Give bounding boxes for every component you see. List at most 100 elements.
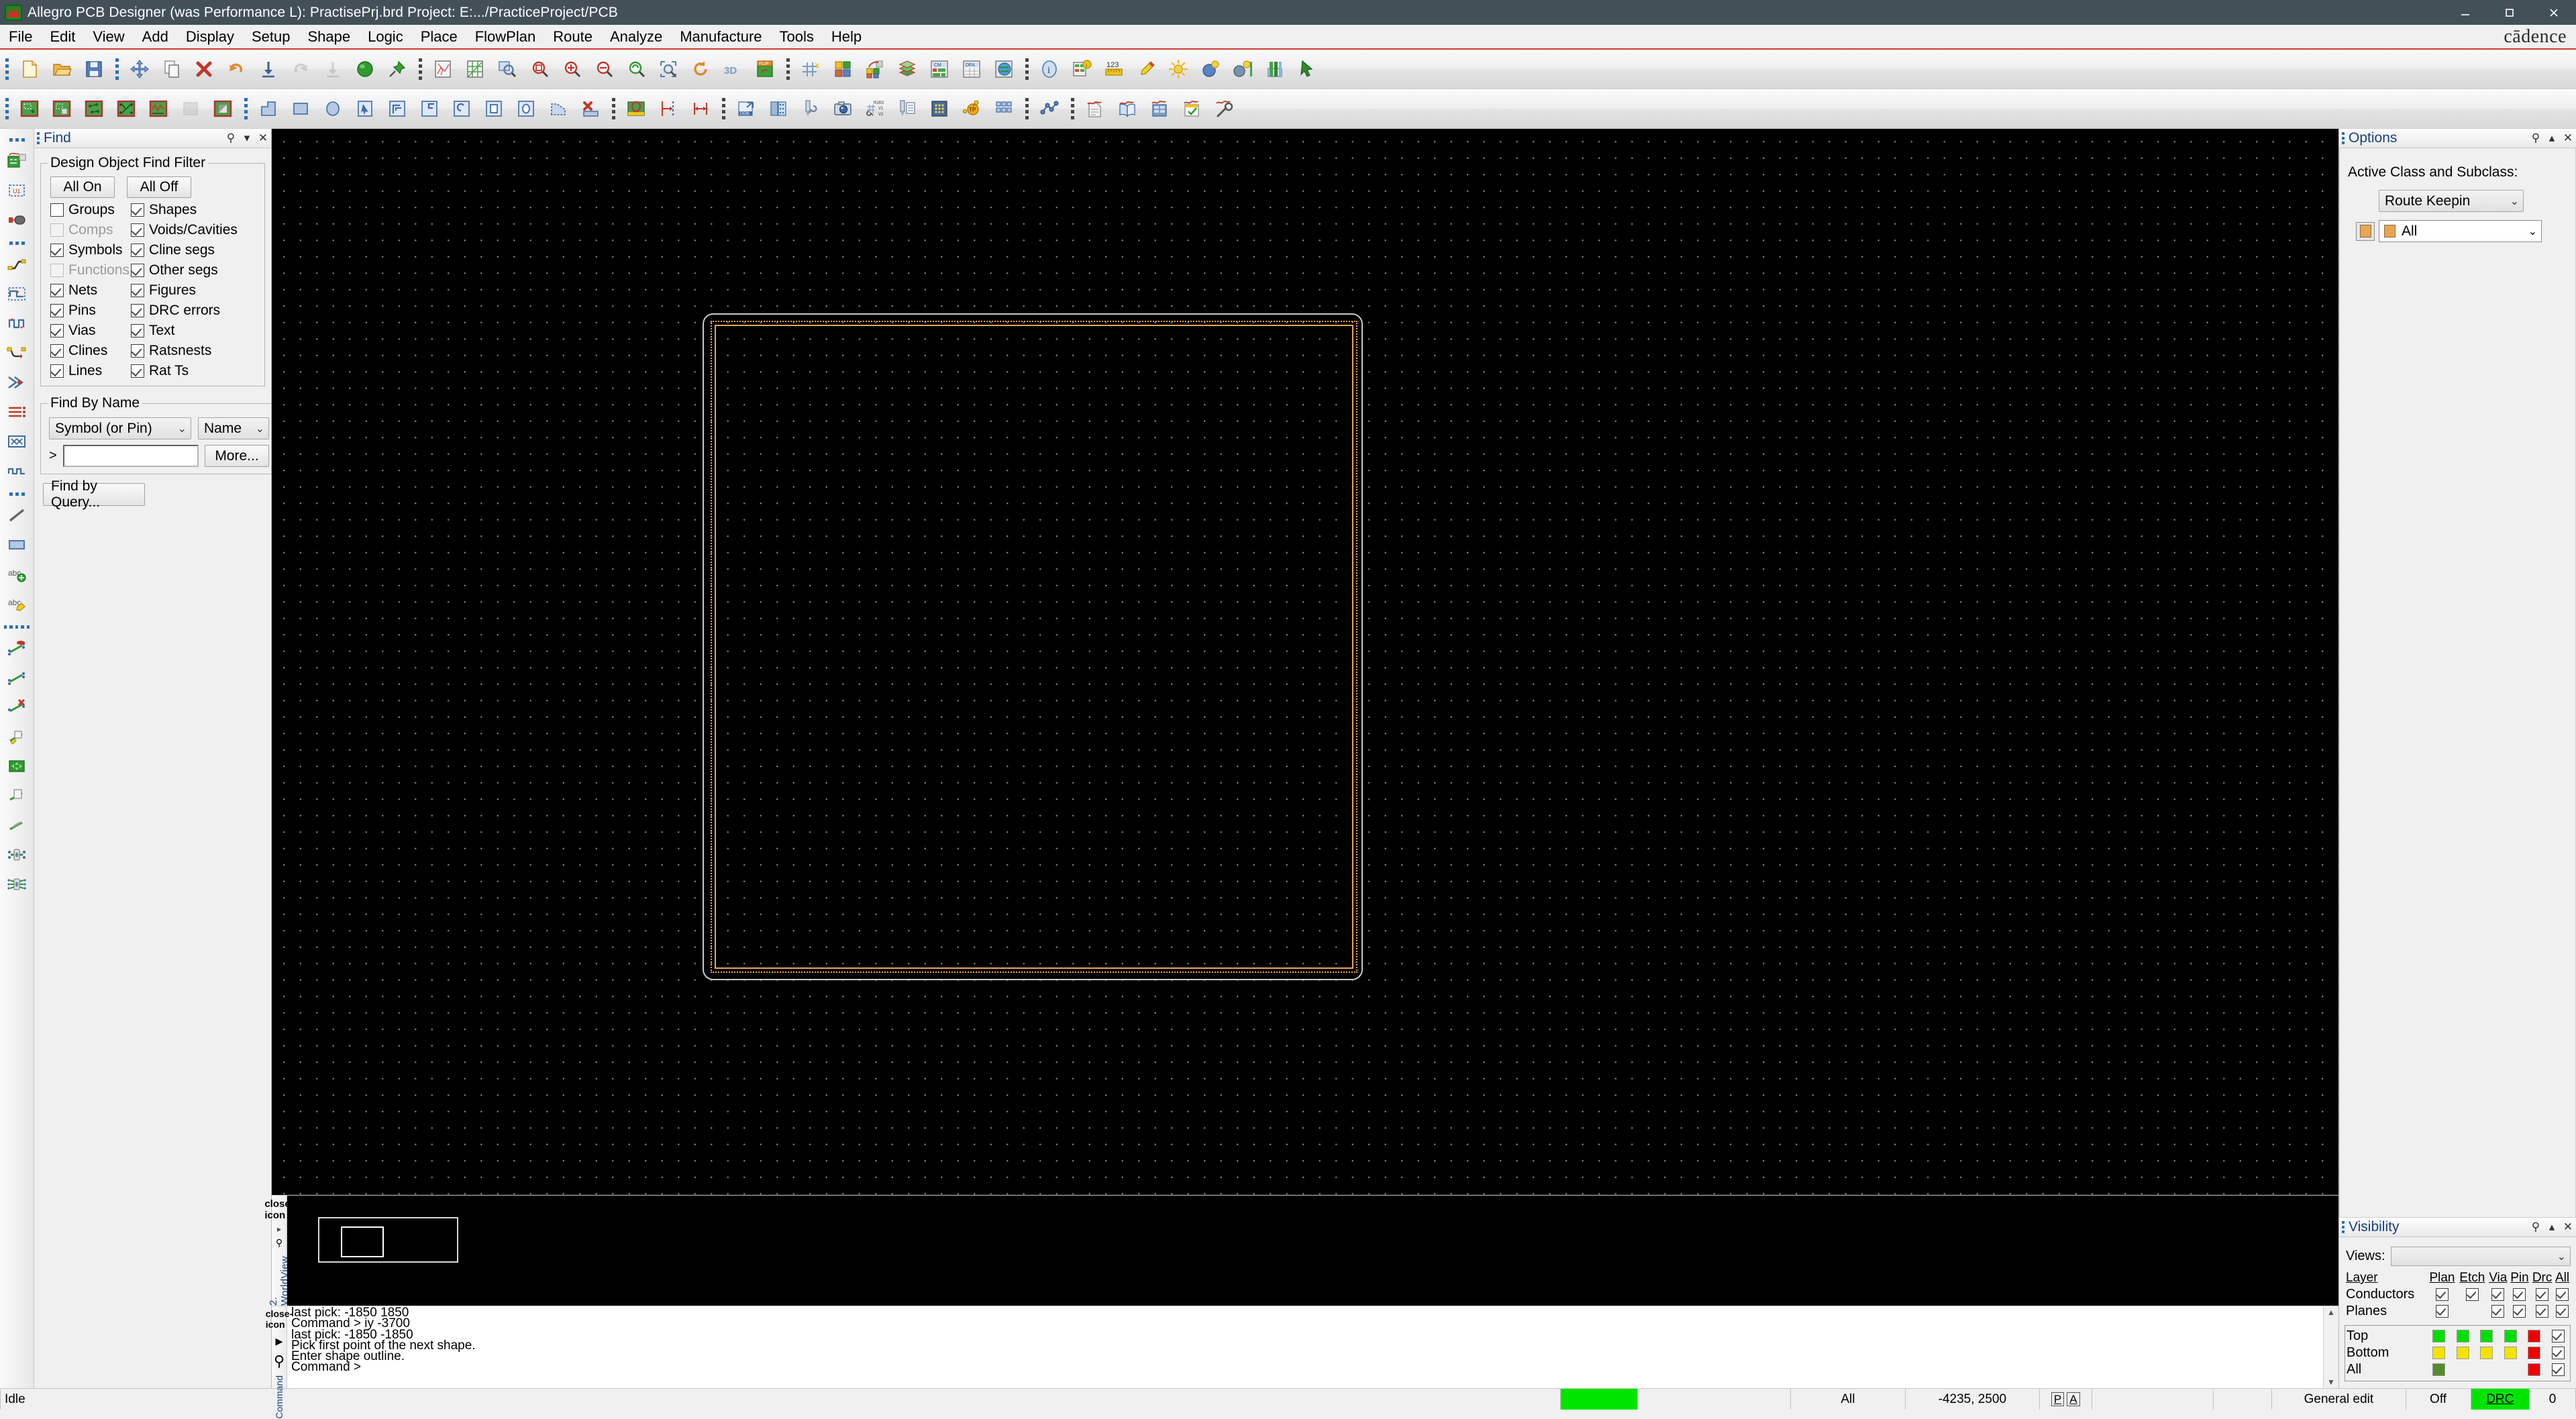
- cell-bottom-drc[interactable]: [2522, 1345, 2546, 1361]
- checkbox[interactable]: [131, 344, 144, 358]
- chevron-up-icon[interactable]: ▴: [2544, 1219, 2560, 1235]
- status-snap[interactable]: Off: [2406, 1389, 2471, 1410]
- shape-edit-boundary-icon[interactable]: [447, 94, 476, 123]
- grid-toggle-icon[interactable]: [796, 54, 825, 84]
- toolbar-grip[interactable]: [2, 53, 11, 85]
- cell-planes-layer[interactable]: [2427, 1303, 2457, 1320]
- net-assign-icon[interactable]: [3, 841, 31, 869]
- cell-top-etch[interactable]: [2451, 1328, 2475, 1345]
- copy-icon[interactable]: [157, 54, 187, 84]
- filter-nets[interactable]: Nets: [50, 282, 131, 299]
- net-copy-icon[interactable]: [3, 782, 31, 810]
- swap-components-icon[interactable]: [79, 94, 109, 123]
- cell-conductors-etch[interactable]: [2457, 1286, 2487, 1303]
- menu-edit[interactable]: Edit: [41, 26, 84, 48]
- chevron-right-icon[interactable]: ▸: [277, 1224, 281, 1234]
- toolbar-grip[interactable]: [112, 53, 121, 85]
- subclass-color-button[interactable]: [2356, 221, 2375, 241]
- drill-legend-icon[interactable]: [892, 94, 922, 123]
- zoom-in-icon[interactable]: [557, 54, 586, 84]
- layer-priority-icon[interactable]: [1228, 54, 1257, 84]
- toolbar-grip[interactable]: [241, 93, 250, 125]
- ratsnest-display-icon[interactable]: [428, 54, 458, 84]
- worldview-viewport-rect[interactable]: [341, 1226, 384, 1257]
- toolbar-grip[interactable]: [2, 93, 11, 125]
- place-quickplace-icon[interactable]: [47, 94, 76, 123]
- autoroute-icon[interactable]: [111, 94, 141, 123]
- color-swatch[interactable]: [2432, 1347, 2446, 1360]
- dfa-icon[interactable]: DFA: [957, 54, 986, 84]
- color-swatch[interactable]: [2528, 1347, 2541, 1360]
- view-3d-icon[interactable]: 3D: [718, 54, 748, 84]
- cell-top-via[interactable]: [2475, 1328, 2498, 1345]
- checkbox[interactable]: [2536, 1288, 2549, 1302]
- dehighlight-icon[interactable]: [1164, 54, 1193, 84]
- checkbox[interactable]: [2465, 1288, 2479, 1302]
- hourglass-icon[interactable]: [1260, 54, 1290, 84]
- measure-icon[interactable]: 123: [1099, 54, 1129, 84]
- views-select[interactable]: ⌄: [2390, 1247, 2571, 1266]
- route-group-icon[interactable]: [3, 427, 31, 456]
- filter-symbols[interactable]: Symbols: [50, 242, 131, 258]
- route-connect-icon[interactable]: [3, 250, 31, 278]
- shape-select-icon[interactable]: [350, 94, 380, 123]
- filter-drc-errors[interactable]: DRC errors: [131, 303, 258, 319]
- checkbox[interactable]: [2551, 1363, 2565, 1377]
- route-custom-smooth-icon[interactable]: [3, 339, 31, 367]
- subclass-select[interactable]: All ⌄: [2379, 220, 2542, 242]
- checkbox[interactable]: [2513, 1288, 2526, 1302]
- signal-analysis-icon[interactable]: [144, 94, 173, 123]
- undo-icon[interactable]: [221, 54, 251, 84]
- more-button[interactable]: More...: [205, 445, 269, 467]
- pcb-canvas[interactable]: [272, 129, 2338, 1195]
- pin-icon[interactable]: ⚲: [2528, 130, 2544, 146]
- cell-bottom-etch[interactable]: [2451, 1345, 2475, 1361]
- menu-analyze[interactable]: Analyze: [601, 26, 671, 48]
- cell-planes-etch[interactable]: [2487, 1303, 2509, 1320]
- menu-manufacture[interactable]: Manufacture: [671, 26, 770, 48]
- constraint-manager-icon[interactable]: CM: [925, 54, 954, 84]
- artwork-icon[interactable]: [764, 94, 793, 123]
- checkbox[interactable]: [131, 223, 144, 237]
- probe-icon[interactable]: [1209, 94, 1239, 123]
- cancel-drag-icon[interactable]: [1292, 54, 1322, 84]
- menu-tools[interactable]: Tools: [771, 26, 823, 48]
- filter-rat-ts[interactable]: Rat Ts: [131, 363, 258, 379]
- menu-view[interactable]: View: [84, 26, 133, 48]
- close-button[interactable]: [2532, 0, 2576, 25]
- place-refdes-icon[interactable]: U1: [3, 176, 31, 205]
- cell-all-all[interactable]: [2546, 1361, 2570, 1378]
- scroll-up-icon[interactable]: ▲: [2327, 1306, 2335, 1318]
- cell-conductors-plan[interactable]: [2427, 1286, 2457, 1303]
- console-output[interactable]: last pick: -1850 1850 Command > iy -3700…: [287, 1306, 2323, 1388]
- net-single-icon[interactable]: [3, 664, 31, 692]
- cell-bottom-via[interactable]: [2475, 1345, 2498, 1361]
- cell-top-plan[interactable]: [2427, 1328, 2451, 1345]
- cell-bottom-plan[interactable]: [2427, 1345, 2451, 1361]
- checkbox[interactable]: [131, 264, 144, 277]
- pin-icon[interactable]: ⚲: [274, 1353, 285, 1370]
- vtool-grip[interactable]: [4, 135, 30, 144]
- checkbox[interactable]: [131, 304, 144, 317]
- checkbox[interactable]: [50, 284, 64, 297]
- filter-clines[interactable]: Clines: [50, 343, 131, 359]
- show-measure-icon[interactable]: i: [1067, 54, 1096, 84]
- pin-icon[interactable]: ⚲: [2528, 1219, 2544, 1235]
- filter-voids-cavities[interactable]: Voids/Cavities: [131, 222, 258, 238]
- shape-fill-icon[interactable]: [208, 94, 238, 123]
- toolbar-grip[interactable]: [1068, 93, 1077, 125]
- subclass-move-icon[interactable]: [860, 54, 890, 84]
- shape-circle-icon[interactable]: [318, 94, 348, 123]
- menu-display[interactable]: Display: [177, 26, 243, 48]
- delete-icon[interactable]: [189, 54, 219, 84]
- route-slide-icon[interactable]: [3, 280, 31, 308]
- net-move-icon[interactable]: [3, 752, 31, 780]
- color-swatch[interactable]: [2432, 1330, 2446, 1343]
- net-edit-icon[interactable]: [3, 723, 31, 751]
- checkbox[interactable]: [50, 364, 64, 378]
- cell-top-all[interactable]: [2546, 1328, 2570, 1345]
- console-prompt[interactable]: Command >: [291, 1361, 2319, 1373]
- show-element-icon[interactable]: i: [1035, 54, 1064, 84]
- add-line-icon[interactable]: [3, 501, 31, 529]
- testpoint-icon[interactable]: TP: [957, 94, 986, 123]
